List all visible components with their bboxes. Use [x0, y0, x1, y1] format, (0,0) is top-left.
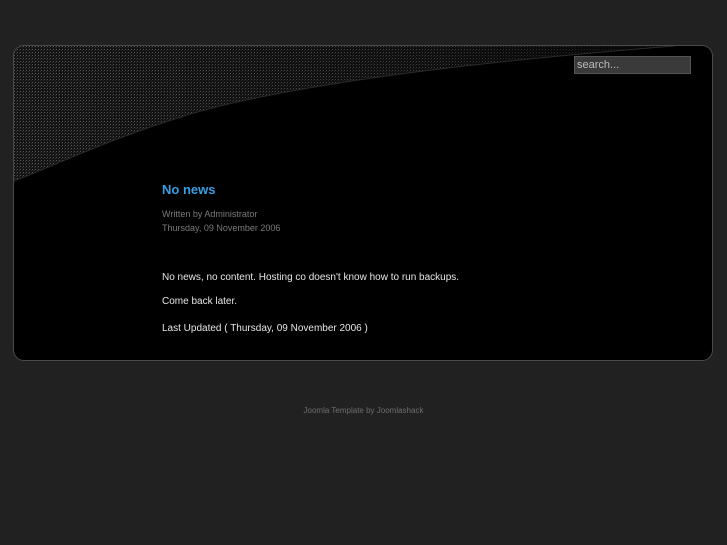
- content-panel: No news Written by Administrator Thursda…: [13, 45, 713, 361]
- article-title[interactable]: No news: [162, 182, 682, 198]
- footer-credit[interactable]: Joomla Template by Joomlashack: [0, 406, 727, 415]
- article: No news Written by Administrator Thursda…: [162, 182, 682, 335]
- article-paragraph: No news, no content. Hosting co doesn't …: [162, 272, 460, 283]
- article-last-updated: Last Updated ( Thursday, 09 November 200…: [162, 323, 368, 334]
- article-date: Thursday, 09 November 2006: [162, 223, 281, 233]
- article-paragraph: Come back later.: [162, 296, 238, 307]
- article-author: Written by Administrator: [162, 209, 258, 219]
- article-body: No news, no content. Hosting co doesn't …: [162, 271, 682, 308]
- search-input[interactable]: [574, 56, 691, 74]
- page: No news Written by Administrator Thursda…: [0, 0, 727, 545]
